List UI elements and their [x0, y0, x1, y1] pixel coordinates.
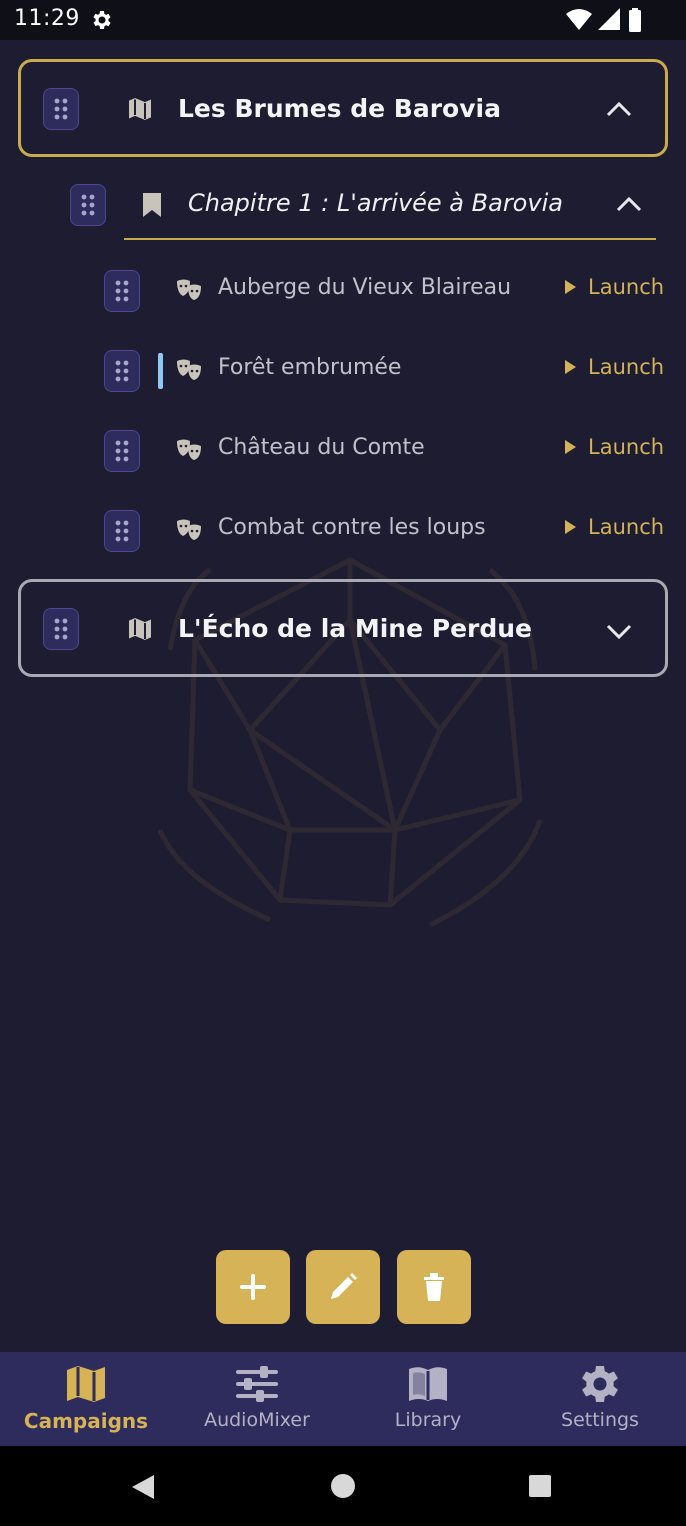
trash-icon	[424, 1273, 444, 1301]
nav-settings[interactable]: Settings	[514, 1352, 686, 1446]
scene-name: Auberge du Vieux Blaireau	[218, 275, 512, 300]
chapter-underline	[124, 238, 656, 240]
system-nav-bar	[0, 1446, 686, 1526]
scene-row[interactable]: Château du Comte Launch	[0, 421, 686, 481]
launch-label: Launch	[588, 515, 665, 539]
drag-handle-icon[interactable]	[43, 608, 79, 650]
campaign-card-barovia[interactable]: Les Brumes de Barovia	[18, 59, 668, 157]
drag-handle-icon[interactable]	[104, 270, 140, 312]
drag-handle-icon[interactable]	[70, 184, 106, 226]
recents-icon[interactable]	[528, 1474, 552, 1498]
signal-icon	[598, 8, 620, 30]
play-icon	[565, 440, 576, 454]
back-icon[interactable]	[130, 1473, 156, 1501]
bookmark-icon	[143, 193, 161, 217]
theater-masks-icon	[177, 519, 201, 540]
theater-masks-icon	[177, 439, 201, 460]
nav-label: Library	[394, 1409, 462, 1431]
nav-label: Settings	[561, 1409, 639, 1431]
nav-label: AudioMixer	[204, 1409, 310, 1431]
drag-handle-icon[interactable]	[104, 510, 140, 552]
map-icon	[67, 1366, 105, 1402]
nav-campaigns[interactable]: Campaigns	[0, 1352, 172, 1446]
nav-audiomixer[interactable]: AudioMixer	[171, 1352, 343, 1446]
map-icon	[127, 95, 153, 123]
home-icon[interactable]	[330, 1473, 356, 1499]
gear-icon	[582, 1366, 618, 1402]
play-icon	[565, 520, 576, 534]
add-button[interactable]	[216, 1250, 290, 1324]
plus-icon	[240, 1274, 266, 1300]
pencil-icon	[331, 1273, 357, 1299]
launch-button[interactable]: Launch	[565, 515, 664, 539]
active-scene-marker	[158, 353, 163, 389]
scene-row[interactable]: Auberge du Vieux Blaireau Launch	[0, 261, 686, 321]
launch-label: Launch	[588, 275, 665, 299]
status-bar: 11:29	[0, 0, 686, 40]
chevron-up-icon[interactable]	[604, 99, 634, 119]
map-icon	[127, 615, 153, 643]
drag-handle-icon[interactable]	[43, 88, 79, 130]
wifi-icon	[566, 9, 592, 30]
campaign-card-mine-perdue[interactable]: L'Écho de la Mine Perdue	[18, 579, 668, 677]
chevron-down-icon[interactable]	[604, 622, 634, 642]
settings-status-icon	[93, 11, 111, 29]
drag-handle-icon[interactable]	[104, 350, 140, 392]
play-icon	[565, 360, 576, 374]
scene-row[interactable]: Combat contre les loups Launch	[0, 501, 686, 561]
theater-masks-icon	[177, 279, 201, 300]
campaign-list: Les Brumes de Barovia Chapitre 1 : L'arr…	[0, 40, 686, 1352]
campaign-title: Les Brumes de Barovia	[178, 94, 501, 123]
battery-icon	[629, 8, 641, 32]
nav-library[interactable]: Library	[342, 1352, 514, 1446]
chevron-up-icon[interactable]	[614, 194, 644, 214]
scene-name: Combat contre les loups	[218, 515, 486, 540]
status-time: 11:29	[14, 6, 80, 31]
bottom-nav: Campaigns AudioMixer Library Settings	[0, 1352, 686, 1446]
edit-button[interactable]	[306, 1250, 380, 1324]
campaign-title: L'Écho de la Mine Perdue	[178, 614, 533, 643]
launch-button[interactable]: Launch	[565, 355, 664, 379]
theater-masks-icon	[177, 359, 201, 380]
launch-button[interactable]: Launch	[565, 435, 664, 459]
play-icon	[565, 280, 576, 294]
drag-handle-icon[interactable]	[104, 430, 140, 472]
scene-row[interactable]: Forêt embrumée Launch	[0, 341, 686, 401]
scene-name: Forêt embrumée	[218, 355, 402, 380]
launch-label: Launch	[588, 435, 665, 459]
chapter-title: Chapitre 1 : L'arrivée à Barovia	[188, 189, 563, 217]
nav-label: Campaigns	[23, 1409, 149, 1433]
delete-button[interactable]	[397, 1250, 471, 1324]
scene-name: Château du Comte	[218, 435, 425, 460]
launch-button[interactable]: Launch	[565, 275, 664, 299]
sliders-icon	[236, 1366, 278, 1402]
book-icon	[409, 1367, 447, 1401]
status-indicators	[566, 8, 642, 32]
launch-label: Launch	[588, 355, 665, 379]
